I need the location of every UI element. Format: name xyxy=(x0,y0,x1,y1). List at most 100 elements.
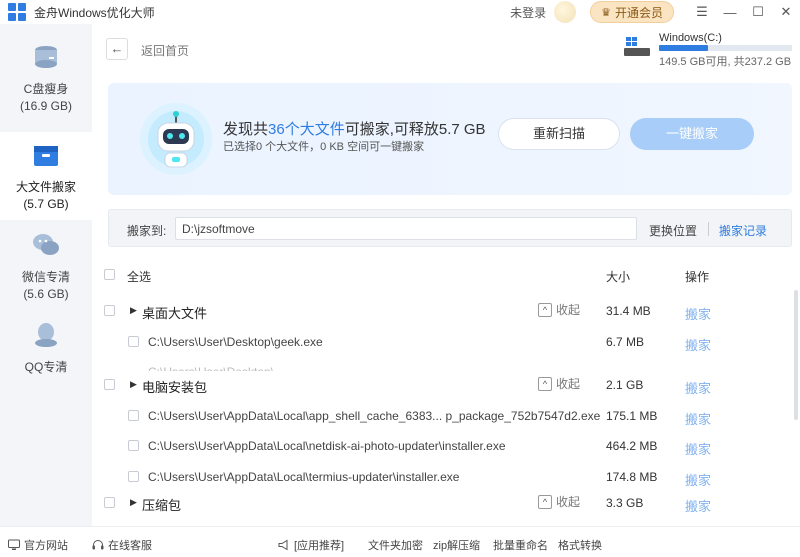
file-row: C:\Users\User\Desktop\geek.exe 6.7 MB 搬家 xyxy=(92,327,800,357)
file-size: 464.2 MB xyxy=(606,439,658,453)
group-move-link[interactable]: 搬家 xyxy=(685,304,711,323)
chevron-up-icon: ^ xyxy=(538,302,552,317)
select-all-checkbox[interactable] xyxy=(104,269,115,280)
footer-link-format-convert[interactable]: 格式转换 xyxy=(558,537,602,553)
destination-label: 搬家到: xyxy=(127,224,167,238)
group-size: 2.1 GB xyxy=(606,378,644,392)
monitor-icon xyxy=(8,539,20,550)
file-path: C:\Users\User\AppData\Local\netdisk-ai-p… xyxy=(148,439,506,453)
app-recommend-label: [应用推荐] xyxy=(294,540,345,552)
wechat-icon xyxy=(33,234,59,255)
box-icon xyxy=(34,146,58,166)
sidebar-item-size: (16.9 GB) xyxy=(19,99,73,113)
selected-summary: 已选择0 个大文件，0 KB 空间可一键搬家 xyxy=(223,141,425,153)
action-column-header: 操作 xyxy=(685,270,710,284)
group-move-link[interactable]: 搬家 xyxy=(685,378,711,397)
file-path: C:\Users\User\Desktop\geek.exe xyxy=(148,335,323,349)
vip-button-label: 开通会员 xyxy=(614,5,663,20)
file-checkbox[interactable] xyxy=(128,471,139,482)
sidebar-item-qq[interactable]: QQ专清 xyxy=(0,320,92,380)
qq-icon xyxy=(35,323,57,347)
group-size: 3.3 GB xyxy=(606,496,644,510)
app-logo-icon xyxy=(8,3,26,21)
group-row-desktop: ▶ 桌面大文件 ^ 收起 31.4 MB 搬家 xyxy=(92,296,800,326)
file-row: C:\Users\User\AppData\Local\app_shell_ca… xyxy=(92,401,800,431)
file-checkbox[interactable] xyxy=(128,410,139,421)
footer: 官方网站 在线客服 [应用推荐] 文件夹加密 zip解压缩 批量重命名 格式转换 xyxy=(0,526,800,557)
expand-icon[interactable]: ▶ xyxy=(130,305,137,316)
drive-name: Windows(C:) xyxy=(659,32,722,44)
file-move-link[interactable]: 搬家 xyxy=(685,470,711,489)
group-checkbox[interactable] xyxy=(104,379,115,390)
sidebar-item-size: (5.6 GB) xyxy=(23,287,69,301)
destination-row: 搬家到: 更换位置 搬家记录 xyxy=(108,209,792,247)
sidebar-item-label: 大文件搬家 xyxy=(15,180,76,194)
expand-icon[interactable]: ▶ xyxy=(130,379,137,390)
menu-icon[interactable]: ☰ xyxy=(688,4,716,20)
minimize-icon[interactable]: — xyxy=(716,5,744,20)
collapse-toggle[interactable]: ^ 收起 xyxy=(538,301,580,318)
one-click-move-button[interactable]: 一键搬家 xyxy=(630,118,754,150)
footer-link-folder-encrypt[interactable]: 文件夹加密 xyxy=(368,537,423,553)
headset-icon xyxy=(92,540,104,550)
vip-button[interactable]: ♛ 开通会员 xyxy=(590,1,674,23)
file-move-link[interactable]: 搬家 xyxy=(685,335,711,354)
chevron-up-icon: ^ xyxy=(538,376,552,391)
file-path: C:\Users\User\AppData\Local\termius-upda… xyxy=(148,470,460,484)
drive-space-info: 149.5 GB可用, 共237.2 GB xyxy=(659,56,792,68)
scrollbar[interactable] xyxy=(794,290,798,420)
collapse-toggle[interactable]: ^ 收起 xyxy=(538,375,580,392)
group-checkbox[interactable] xyxy=(104,497,115,508)
footer-link-batch-rename[interactable]: 批量重命名 xyxy=(493,537,548,553)
sidebar: C盘瘦身 (16.9 GB) 大文件搬家 (5.7 GB) 微信专清 (5.6 … xyxy=(0,24,92,526)
back-button[interactable]: ← xyxy=(106,38,128,60)
windows-drive-icon xyxy=(624,37,650,56)
app-recommend: [应用推荐] xyxy=(278,537,344,553)
group-row-archives: ▶ 压缩包 ^ 收起 3.3 GB 搬家 xyxy=(92,488,800,518)
size-column-header: 大小 xyxy=(606,270,631,284)
group-checkbox[interactable] xyxy=(104,305,115,316)
expand-icon[interactable]: ▶ xyxy=(130,497,137,508)
robot-icon xyxy=(140,103,212,175)
official-website-link[interactable]: 官方网站 xyxy=(8,537,68,553)
official-website-label: 官方网站 xyxy=(24,540,68,552)
move-history-link[interactable]: 搬家记录 xyxy=(719,222,767,239)
back-home-link[interactable]: 返回首页 xyxy=(141,42,189,59)
sidebar-item-size: (5.7 GB) xyxy=(23,197,69,211)
collapse-toggle[interactable]: ^ 收起 xyxy=(538,493,580,510)
maximize-icon[interactable]: ☐ xyxy=(744,4,772,20)
file-size: 174.8 MB xyxy=(606,470,658,484)
sidebar-item-label: QQ专清 xyxy=(24,360,68,374)
found-summary: 发现共36个大文件可搬家,可释放5.7 GB xyxy=(223,118,486,139)
sidebar-item-c-drive[interactable]: C盘瘦身 (16.9 GB) xyxy=(0,42,92,122)
sidebar-item-large-files[interactable]: 大文件搬家 (5.7 GB) xyxy=(0,132,92,220)
select-all-label: 全选 xyxy=(127,270,152,284)
destination-input[interactable] xyxy=(175,217,637,240)
change-location-link[interactable]: 更换位置 xyxy=(649,222,697,239)
divider xyxy=(708,222,709,236)
online-service-link[interactable]: 在线客服 xyxy=(92,537,152,553)
file-checkbox[interactable] xyxy=(128,336,139,347)
footer-link-zip[interactable]: zip解压缩 xyxy=(433,537,480,553)
title-bar: 金舟Windows优化大师 未登录 ♛ 开通会员 ☰ — ☐ ✕ xyxy=(0,0,800,24)
avatar[interactable] xyxy=(554,1,577,23)
file-move-link[interactable]: 搬家 xyxy=(685,409,711,428)
app-title: 金舟Windows优化大师 xyxy=(34,5,155,20)
sidebar-item-label: 微信专清 xyxy=(21,270,70,284)
group-name: 电脑安装包 xyxy=(142,380,208,395)
collapse-label: 收起 xyxy=(556,495,581,509)
rescan-button[interactable]: 重新扫描 xyxy=(498,118,620,150)
sidebar-item-wechat[interactable]: 微信专清 (5.6 GB) xyxy=(0,230,92,310)
file-path: C:\Users\User\AppData\Local\app_shell_ca… xyxy=(148,409,601,423)
found-suffix: 可搬家,可释放5.7 GB xyxy=(344,121,486,138)
drive-usage-bar xyxy=(659,45,792,51)
login-link[interactable]: 未登录 xyxy=(510,4,546,21)
close-icon[interactable]: ✕ xyxy=(772,4,800,20)
file-size: 6.7 MB xyxy=(606,335,645,349)
file-move-link[interactable]: 搬家 xyxy=(685,439,711,458)
collapse-label: 收起 xyxy=(556,303,581,317)
sidebar-item-label: C盘瘦身 xyxy=(23,82,69,96)
file-checkbox[interactable] xyxy=(128,440,139,451)
file-row: C:\Users\User\AppData\Local\netdisk-ai-p… xyxy=(92,431,800,461)
group-move-link[interactable]: 搬家 xyxy=(685,496,711,515)
